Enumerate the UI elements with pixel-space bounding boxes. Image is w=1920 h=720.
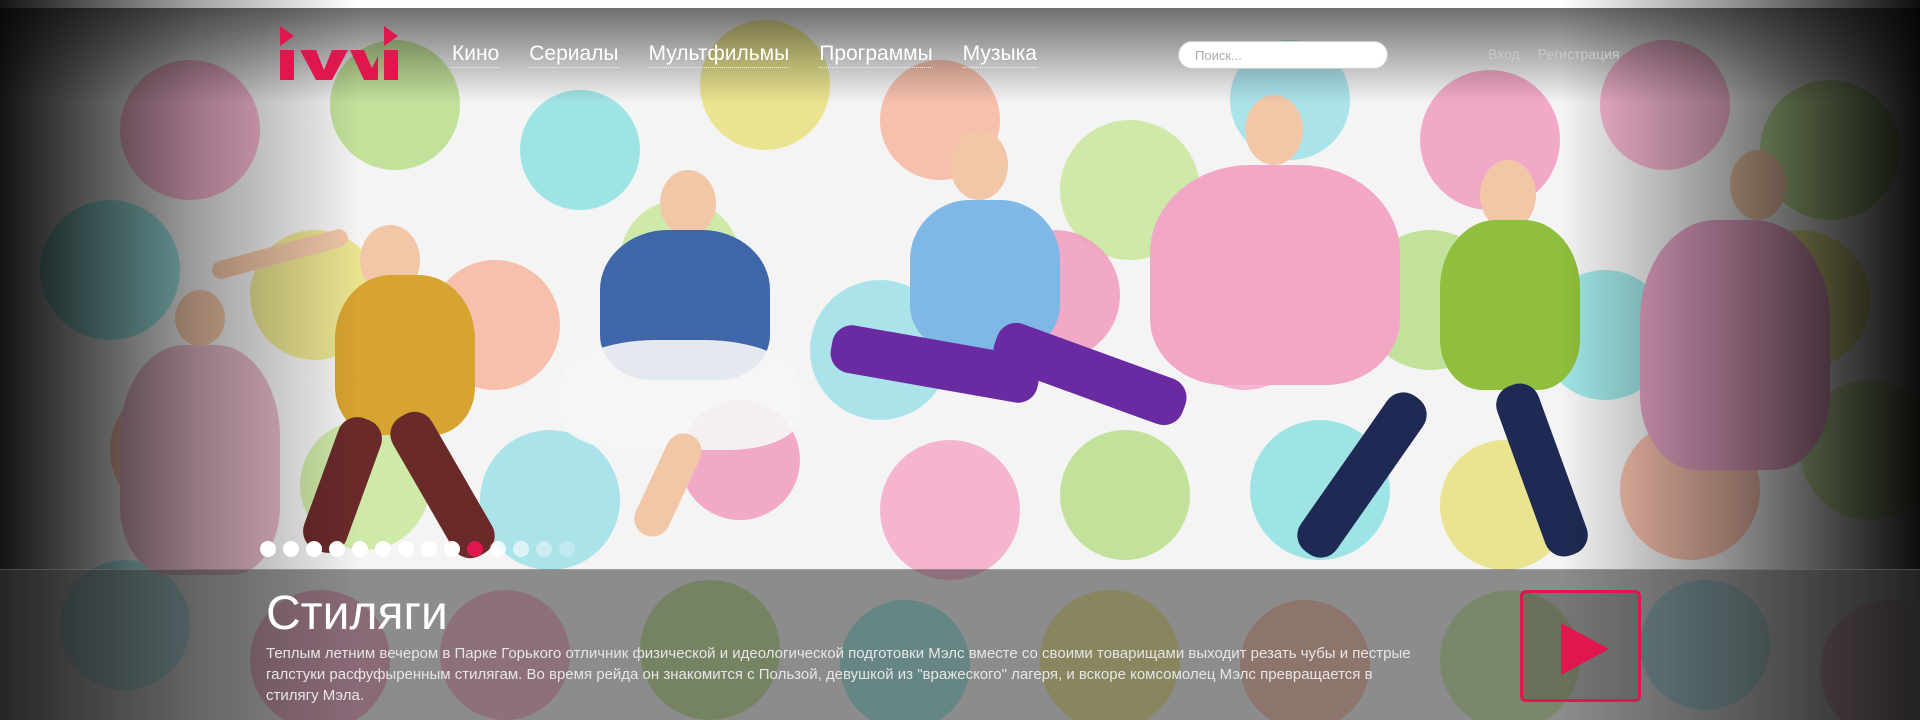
- carousel-dot[interactable]: [536, 541, 552, 557]
- hero-stage: Кино Сериалы Мультфильмы Программы Музык…: [0, 0, 1920, 720]
- carousel-dot[interactable]: [329, 541, 345, 557]
- carousel-dot[interactable]: [421, 541, 437, 557]
- auth-links: Вход Регистрация: [1488, 46, 1620, 62]
- nav-programs[interactable]: Программы: [819, 42, 933, 68]
- login-link[interactable]: Вход: [1488, 46, 1520, 62]
- carousel-dot[interactable]: [559, 541, 575, 557]
- carousel-dot[interactable]: [283, 541, 299, 557]
- feature-description: Теплым летним вечером в Парке Горького о…: [266, 645, 1411, 704]
- ivi-logo-icon: [280, 26, 398, 80]
- carousel-dot[interactable]: [467, 541, 483, 557]
- nav-music[interactable]: Музыка: [962, 42, 1037, 68]
- nav-cartoons[interactable]: Мультфильмы: [648, 42, 790, 68]
- carousel-dot[interactable]: [513, 541, 529, 557]
- carousel-dot[interactable]: [444, 541, 460, 557]
- feature-title[interactable]: Стиляги: [266, 586, 448, 641]
- carousel-dot[interactable]: [306, 541, 322, 557]
- play-button[interactable]: [1520, 590, 1641, 702]
- carousel-dot[interactable]: [375, 541, 391, 557]
- carousel-dot[interactable]: [352, 541, 368, 557]
- carousel-pager: [260, 541, 575, 557]
- ivi-logo[interactable]: [278, 22, 400, 84]
- carousel-dot[interactable]: [490, 541, 506, 557]
- carousel-dot[interactable]: [398, 541, 414, 557]
- nav-serials[interactable]: Сериалы: [529, 42, 619, 68]
- search-input[interactable]: [1178, 41, 1388, 69]
- play-icon: [1561, 623, 1609, 675]
- main-nav: Кино Сериалы Мультфильмы Программы Музык…: [452, 42, 1037, 68]
- register-link[interactable]: Регистрация: [1538, 46, 1620, 62]
- carousel-dot[interactable]: [260, 541, 276, 557]
- nav-kino[interactable]: Кино: [452, 42, 500, 68]
